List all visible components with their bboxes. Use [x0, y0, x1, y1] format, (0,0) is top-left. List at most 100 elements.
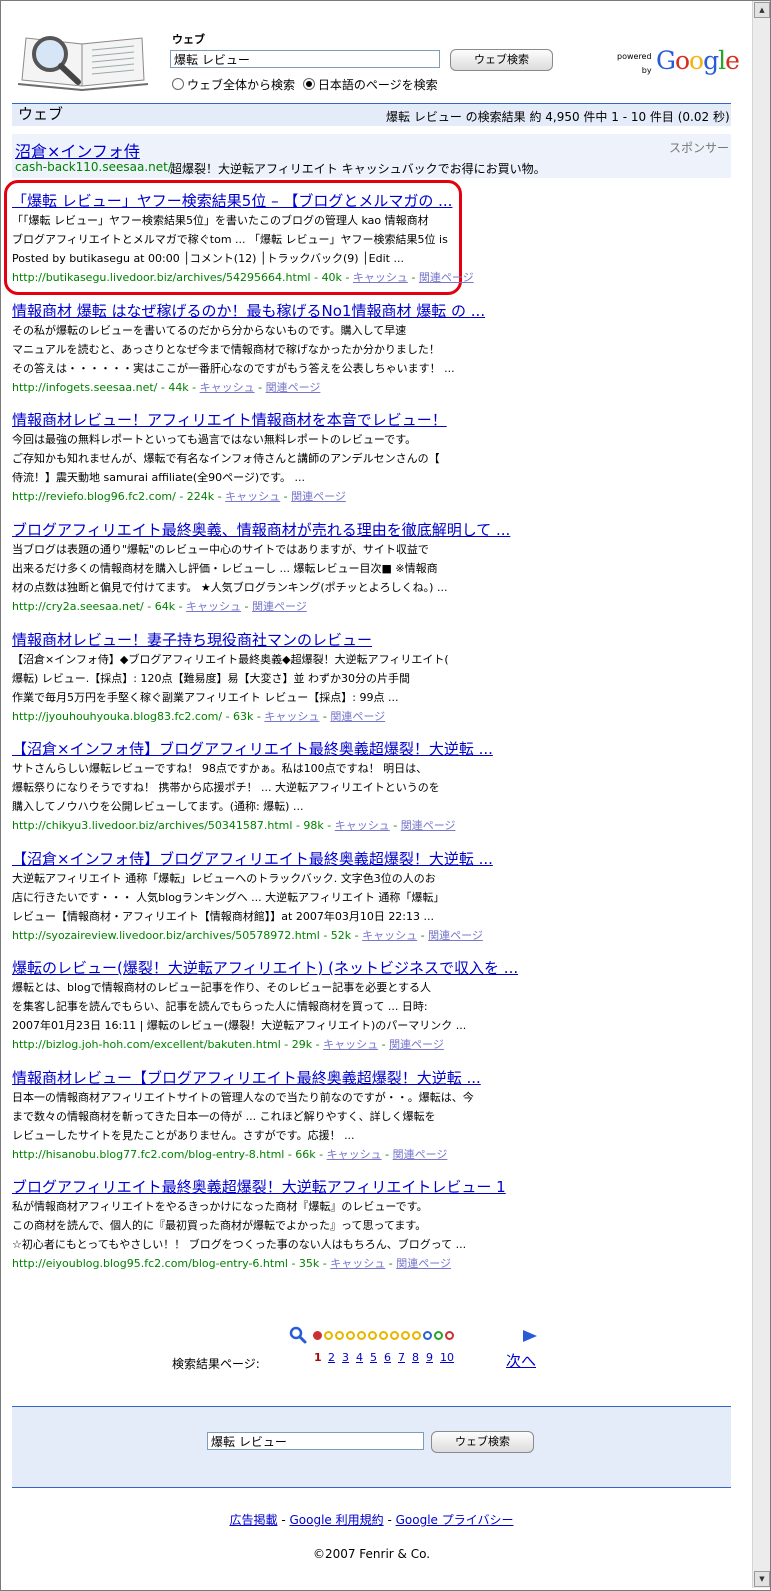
scroll-down-button[interactable]: ▼ [754, 1571, 770, 1587]
powered-text: powered [617, 52, 652, 61]
pager-dot [346, 1331, 355, 1340]
radio-japanese[interactable] [302, 78, 315, 90]
search-result: 情報商材レビュー【ブログアフィリエイト最終奥義超爆裂！大逆転 ... 日本一の情報… [12, 1069, 512, 1164]
related-link[interactable]: 関連ページ [401, 819, 456, 832]
result-snippet: 「「爆転 レビュー」ヤフー検索結果5位」を書いたこのブログの管理人 kao 情報… [12, 214, 448, 265]
next-page-link[interactable]: 次へ [506, 1350, 536, 1371]
cache-link[interactable]: キャッシュ [353, 271, 408, 284]
result-snippet: 日本一の情報商材アフィリエイトサイトの管理人なので当たり前なのですが・・。爆転は… [12, 1091, 474, 1142]
bottom-search-input[interactable] [207, 1432, 424, 1450]
book-magnifier-logo[interactable] [12, 30, 158, 96]
result-url: http://cry2a.seesaa.net/ - 64k [12, 600, 176, 613]
footer-privacy-link[interactable]: Google プライバシー [396, 1513, 514, 1527]
related-link[interactable]: 関連ページ [393, 1148, 448, 1161]
page-number[interactable]: 10 [440, 1351, 454, 1364]
cache-link[interactable]: キャッシュ [186, 600, 241, 613]
google-logo[interactable]: Google [656, 46, 740, 75]
cache-link[interactable]: キャッシュ [200, 381, 255, 394]
radio-all-web[interactable] [172, 78, 184, 90]
next-arrow-icon[interactable] [522, 1329, 538, 1343]
page-number-current: 1 [314, 1351, 322, 1364]
result-title-link[interactable]: 「爆転 レビュー」ヤフー検索結果5位 – 【ブログとメルマガの ... [12, 192, 512, 211]
result-title-link[interactable]: ブログアフィリエイト最終奥義、情報商材が売れる理由を徹底解明して ... [12, 521, 512, 540]
cache-link[interactable]: キャッシュ [330, 1257, 385, 1270]
ad-url: cash-back110.seesaa.net/ [15, 160, 172, 174]
radio-japanese-label: 日本語のページを検索 [317, 78, 438, 92]
result-snippet: 当ブログは表題の通り"爆転"のレビュー中心のサイトではありますが、サイト収益で … [12, 543, 448, 594]
pager-dot [324, 1331, 333, 1340]
related-link[interactable]: 関連ページ [396, 1257, 451, 1270]
result-url: http://syozaireview.livedoor.biz/archive… [12, 929, 352, 942]
result-url-line: http://hisanobu.blog77.fc2.com/blog-entr… [12, 1145, 512, 1164]
cache-link[interactable]: キャッシュ [335, 819, 390, 832]
result-sep: - [241, 600, 253, 613]
web-label: ウェブ [172, 33, 205, 46]
result-snippet: サトさんらしい爆転レビューですね！ 98点ですかぁ。私は100点ですね！ 明日は… [12, 762, 440, 813]
result-url: http://chikyu3.livedoor.biz/archives/503… [12, 819, 324, 832]
related-link[interactable]: 関連ページ [419, 271, 474, 284]
vertical-scrollbar[interactable]: ▲ ▼ [752, 1, 770, 1588]
page-number[interactable]: 7 [398, 1351, 412, 1364]
ad-title-link[interactable]: 沼倉×インフォ侍 [15, 138, 140, 162]
result-title-link[interactable]: 情報商材レビュー！妻子持ち現役商社マンのレビュー [12, 631, 512, 650]
search-result: 情報商材 爆転 はなぜ稼げるのか！最も稼げるNo1情報商材 爆転 の ... その… [12, 302, 512, 397]
related-link[interactable]: 関連ページ [291, 490, 346, 503]
result-url-line: http://infogets.seesaa.net/ - 44k - キャッシ… [12, 378, 512, 397]
results-bar-title: ウェブ [18, 105, 64, 123]
pager-dot [357, 1331, 366, 1340]
result-title-link[interactable]: 【沼倉×インフォ侍】ブログアフィリエイト最終奥義超爆裂！大逆転 ... [12, 850, 512, 869]
ad-description: 超爆裂！大逆転アフィリエイト キャッシュバックでお得にお買い物。 [170, 162, 546, 176]
cache-link[interactable]: キャッシュ [327, 1148, 382, 1161]
cache-link[interactable]: キャッシュ [323, 1038, 378, 1051]
related-link[interactable]: 関連ページ [252, 600, 307, 613]
result-url-line: http://jyouhouhyouka.blog83.fc2.com/ - 6… [12, 707, 512, 726]
pager-dot [379, 1331, 388, 1340]
cache-link[interactable]: キャッシュ [225, 490, 280, 503]
result-url-line: http://bizlog.joh-hoh.com/excellent/baku… [12, 1035, 512, 1054]
bottom-search-button[interactable]: ウェブ検索 [431, 1431, 534, 1453]
pager-dots [313, 1331, 456, 1345]
footer-ads-link[interactable]: 広告掲載 [230, 1513, 278, 1527]
pager-dot [401, 1331, 410, 1340]
related-link[interactable]: 関連ページ [428, 929, 483, 942]
pager-dot [445, 1331, 454, 1340]
result-sep: - [378, 1038, 390, 1051]
page-numbers: 1 2 3 4 5 6 7 8 9 10 [314, 1351, 454, 1364]
search-result: 「爆転 レビュー」ヤフー検索結果5位 – 【ブログとメルマガの ... 「「爆転 … [12, 192, 512, 287]
result-title-link[interactable]: 【沼倉×インフォ侍】ブログアフィリエイト最終奥義超爆裂！大逆転 ... [12, 740, 512, 759]
result-title-link[interactable]: 情報商材 爆転 はなぜ稼げるのか！最も稼げるNo1情報商材 爆転 の ... [12, 302, 512, 321]
result-sep: - [253, 710, 265, 723]
footer-sep: - [383, 1513, 396, 1527]
result-sep: - [315, 1148, 327, 1161]
related-link[interactable]: 関連ページ [330, 710, 385, 723]
cache-link[interactable]: キャッシュ [264, 710, 319, 723]
pager-dot [412, 1331, 421, 1340]
scroll-up-button[interactable]: ▲ [754, 2, 770, 18]
result-sep: - [319, 1257, 331, 1270]
page-number[interactable]: 3 [342, 1351, 356, 1364]
search-button[interactable]: ウェブ検索 [450, 49, 553, 71]
footer-terms-link[interactable]: Google 利用規約 [289, 1513, 383, 1527]
related-link[interactable]: 関連ページ [389, 1038, 444, 1051]
page-number[interactable]: 5 [370, 1351, 384, 1364]
result-title-link[interactable]: 情報商材レビュー【ブログアフィリエイト最終奥義超爆裂！大逆転 ... [12, 1069, 512, 1088]
page-number[interactable]: 2 [328, 1351, 342, 1364]
search-input[interactable] [170, 50, 440, 68]
result-sep: - [417, 929, 429, 942]
result-title-link[interactable]: ブログアフィリエイト最終奥義超爆裂！大逆転アフィリエイトレビュー 1 [12, 1178, 512, 1197]
cache-link[interactable]: キャッシュ [362, 929, 417, 942]
page-number[interactable]: 6 [384, 1351, 398, 1364]
search-result: ブログアフィリエイト最終奥義超爆裂！大逆転アフィリエイトレビュー 1 私が情報商材… [12, 1178, 512, 1273]
result-title-link[interactable]: 情報商材レビュー！アフィリエイト情報商材を本音でレビュー！ [12, 411, 512, 430]
result-url-line: http://cry2a.seesaa.net/ - 64k - キャッシュ -… [12, 597, 512, 616]
search-result: 情報商材レビュー！アフィリエイト情報商材を本音でレビュー！ 今回は最強の無料レポー… [12, 411, 512, 506]
result-title-link[interactable]: 爆転のレビュー(爆裂！大逆転アフィリエイト) (ネットビジネスで収入を ... [12, 959, 518, 978]
page-number[interactable]: 9 [426, 1351, 440, 1364]
pager-dot [423, 1331, 432, 1340]
result-sep: - [214, 490, 226, 503]
related-link[interactable]: 関連ページ [266, 381, 321, 394]
page-number[interactable]: 8 [412, 1351, 426, 1364]
page-number[interactable]: 4 [356, 1351, 370, 1364]
pager-label: 検索結果ページ: [172, 1357, 260, 1371]
result-sep: - [389, 819, 401, 832]
